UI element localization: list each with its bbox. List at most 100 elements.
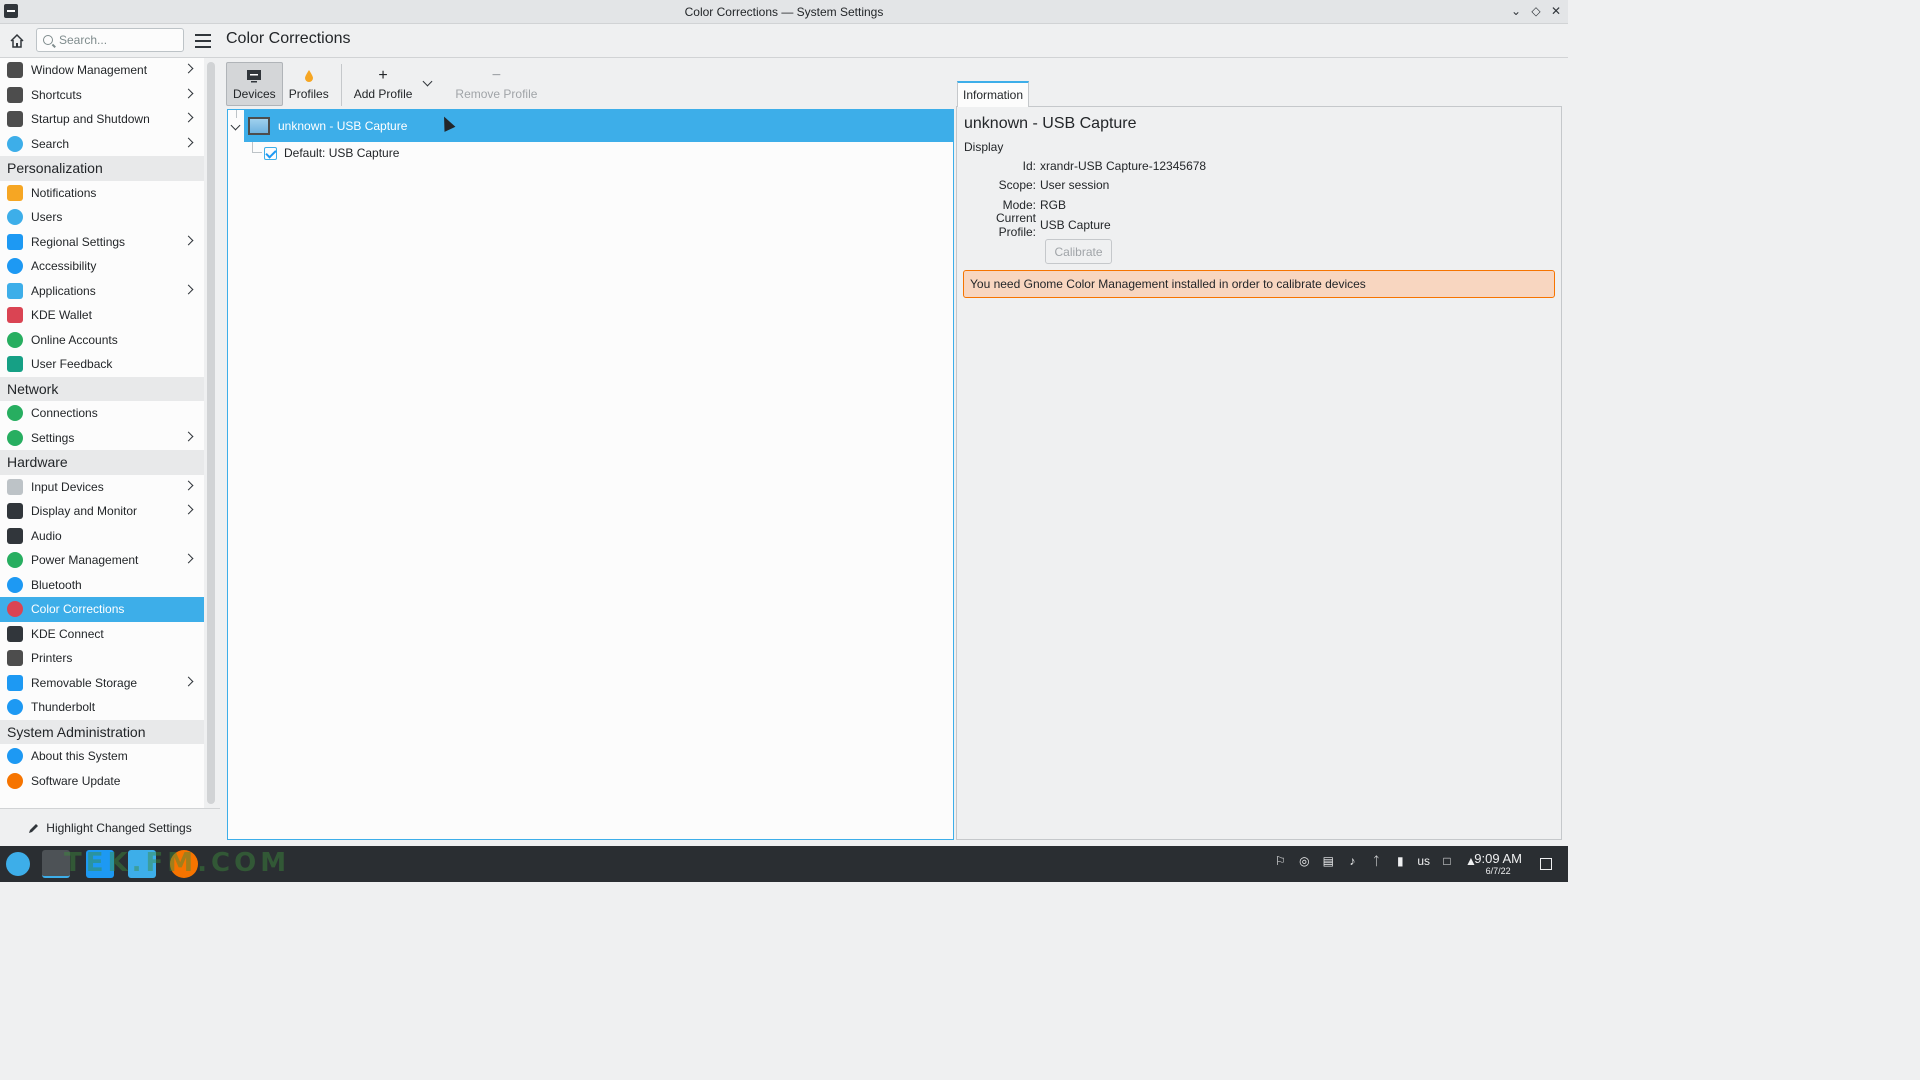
profiles-label: Profiles <box>288 87 329 101</box>
window-title: Color Corrections — System Settings <box>684 4 884 19</box>
profiles-button[interactable]: Profiles <box>283 62 335 106</box>
sidebar-scrollbar[interactable] <box>207 62 215 804</box>
volume-tray-icon[interactable]: ♪ <box>1345 854 1359 868</box>
sidebar-item-software-update[interactable]: Software Update <box>0 769 204 794</box>
clipboard-tray-icon[interactable]: ▤ <box>1321 854 1335 868</box>
sidebar-item-online-accounts[interactable]: Online Accounts <box>0 328 204 353</box>
globe-icon <box>7 429 23 446</box>
sidebar-item-thunderbolt[interactable]: Thunderbolt <box>0 695 204 720</box>
sidebar-item-user-feedback[interactable]: User Feedback <box>0 352 204 377</box>
sidebar-item-power-management[interactable]: Power Management <box>0 548 204 573</box>
sidebar-item-users[interactable]: Users <box>0 205 204 230</box>
sidebar-item-bluetooth[interactable]: Bluetooth <box>0 573 204 598</box>
devices-button[interactable]: Devices <box>226 62 283 106</box>
sidebar-category: System Administration <box>0 719 204 744</box>
sidebar-item-removable-storage[interactable]: Removable Storage <box>0 671 204 696</box>
highlight-changed-settings-button[interactable]: Highlight Changed Settings <box>0 808 220 846</box>
window-controls: ⌄ ◇ ✕ <box>1510 3 1562 19</box>
sidebar-item-applications[interactable]: Applications <box>0 279 204 304</box>
flag-icon <box>7 233 23 250</box>
search-field[interactable] <box>36 28 184 52</box>
sidebar-item-regional-settings[interactable]: Regional Settings <box>0 230 204 255</box>
tree-branch-line <box>252 142 262 153</box>
device-tree: unknown - USB Capture Default: USB Captu… <box>227 109 954 840</box>
sidebar-item-window-management[interactable]: Window Management <box>0 58 204 83</box>
system-settings-app-icon[interactable] <box>4 4 18 18</box>
devices-label: Devices <box>233 87 276 101</box>
sidebar-item-color-corrections[interactable]: Color Corrections <box>0 597 204 622</box>
sidebar-item-input-devices[interactable]: Input Devices <box>0 475 204 500</box>
battery-tray-icon[interactable]: ▮ <box>1393 854 1407 868</box>
window-icon <box>7 62 23 79</box>
tree-expand-icon[interactable] <box>230 120 241 131</box>
search-icon <box>7 135 23 152</box>
bluetooth-icon <box>7 576 23 593</box>
sidebar-item-about-this-system[interactable]: About this System <box>0 744 204 769</box>
hamburger-menu-icon[interactable] <box>195 34 211 48</box>
sidebar-item-notifications[interactable]: Notifications <box>0 181 204 206</box>
pencil-icon <box>29 823 39 833</box>
sidebar-category: Hardware <box>0 450 204 475</box>
monitor-icon <box>7 503 23 520</box>
chevron-right-icon <box>183 235 194 245</box>
page-title: Color Corrections <box>226 30 351 47</box>
tree-profile-row[interactable]: Default: USB Capture <box>228 142 953 164</box>
highlight-changed-settings-label: Highlight Changed Settings <box>46 820 192 835</box>
keyboard-layout-indicator[interactable]: us <box>1417 854 1430 868</box>
devices-icon <box>246 67 262 85</box>
updates-tray-icon[interactable]: ◎ <box>1297 854 1311 868</box>
chevron-down-icon[interactable] <box>422 76 433 86</box>
calibrate-button[interactable]: Calibrate <box>1045 239 1112 264</box>
battery-icon <box>7 552 23 569</box>
sidebar-item-label: Settings <box>31 430 75 445</box>
add-profile-button[interactable]: + Add Profile <box>348 62 440 106</box>
chevron-right-icon <box>183 112 194 123</box>
property-value: xrandr-USB Capture-12345678 <box>1040 158 1207 173</box>
search-input[interactable] <box>59 33 169 47</box>
sidebar-item-settings[interactable]: Settings <box>0 426 204 451</box>
profile-checkbox[interactable] <box>264 146 277 160</box>
sidebar-category: Personalization <box>0 156 204 181</box>
minus-icon: − <box>491 67 502 84</box>
sidebar-item-audio[interactable]: Audio <box>0 524 204 549</box>
tab-information[interactable]: Information <box>957 81 1029 107</box>
sidebar-item-printers[interactable]: Printers <box>0 646 204 671</box>
notifications-tray-icon[interactable]: ⚐ <box>1273 854 1287 868</box>
minimize-icon[interactable]: ⌄ <box>1510 3 1522 19</box>
users-icon <box>7 209 23 226</box>
sidebar-item-kde-wallet[interactable]: KDE Wallet <box>0 303 204 328</box>
chevron-right-icon <box>183 480 194 490</box>
property-row-scope: Scope: User session <box>964 176 1206 196</box>
bluetooth-tray-icon[interactable]: ᛏ <box>1369 854 1383 868</box>
property-row-id: Id: xrandr-USB Capture-12345678 <box>964 156 1206 176</box>
application-launcher-icon[interactable] <box>6 852 30 876</box>
network-tray-icon[interactable]: □ <box>1440 854 1454 868</box>
tree-device-label: unknown - USB Capture <box>278 119 408 133</box>
sidebar-item-startup-and-shutdown[interactable]: Startup and Shutdown <box>0 107 204 132</box>
sidebar-item-accessibility[interactable]: Accessibility <box>0 254 204 279</box>
toolbar: Devices Profiles + Add Profile − Remove … <box>226 62 543 108</box>
maximize-icon[interactable]: ◇ <box>1530 3 1542 19</box>
tree-device-row[interactable]: unknown - USB Capture <box>244 110 953 142</box>
close-icon[interactable]: ✕ <box>1550 3 1562 19</box>
printer-icon <box>7 650 23 667</box>
remove-profile-button[interactable]: − Remove Profile <box>449 62 543 106</box>
sidebar-item-display-and-monitor[interactable]: Display and Monitor <box>0 499 204 524</box>
sidebar-item-kde-connect[interactable]: KDE Connect <box>0 622 204 647</box>
sidebar-item-shortcuts[interactable]: Shortcuts <box>0 83 204 108</box>
add-profile-label: Add Profile <box>353 87 413 101</box>
sidebar-item-search[interactable]: Search <box>0 132 204 157</box>
sidebar-item-connections[interactable]: Connections <box>0 401 204 426</box>
home-button[interactable] <box>6 30 28 52</box>
sidebar-item-label: Printers <box>31 651 73 666</box>
digital-clock[interactable]: 9:09 AM 6/7/22 <box>1474 851 1522 876</box>
sidebar-item-label: Display and Monitor <box>31 504 138 519</box>
sidebar-item-label: Color Corrections <box>31 602 125 617</box>
thunderbolt-icon <box>7 699 23 716</box>
show-desktop-icon[interactable] <box>1540 858 1552 870</box>
remove-profile-label: Remove Profile <box>455 87 538 101</box>
property-key: Current Profile: <box>995 210 1036 239</box>
sidebar-item-label: Notifications <box>31 185 97 200</box>
usb-drive-icon <box>7 674 23 691</box>
sidebar-item-label: Input Devices <box>31 479 104 494</box>
